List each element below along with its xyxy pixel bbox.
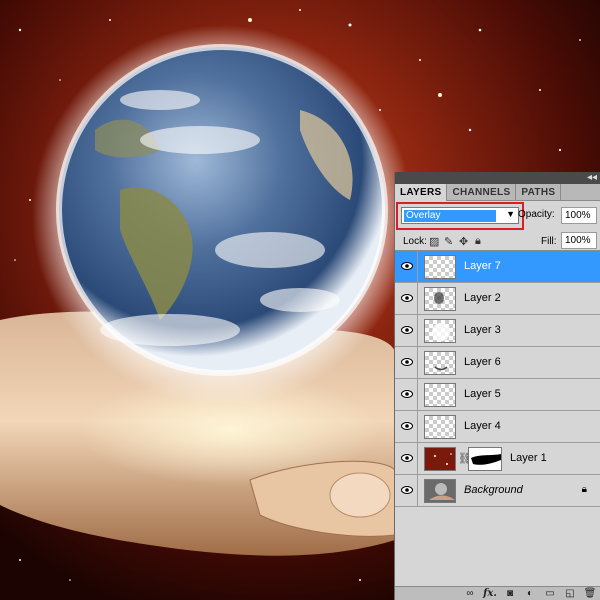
layer-thumbnail <box>424 351 456 375</box>
layer-name: Layer 1 <box>510 452 547 464</box>
layers-panel: ◂◂ LAYERS CHANNELS PATHS Overlay ▼ Opaci… <box>394 172 600 600</box>
add-mask-icon[interactable]: ◙ <box>503 587 517 600</box>
layer-name: Layer 7 <box>464 260 501 272</box>
lock-all-icon[interactable]: 🔒︎ <box>475 235 481 248</box>
dropdown-arrow-icon[interactable]: ▼ <box>506 209 515 219</box>
layer-name: Layer 5 <box>464 388 501 400</box>
layer-thumbnail <box>424 255 456 279</box>
layer-row[interactable]: Layer 4 <box>395 411 600 443</box>
tab-layers[interactable]: LAYERS <box>395 184 448 201</box>
layer-lock-icon: 🔒︎ <box>581 484 587 495</box>
lock-transparent-icon[interactable]: ▨ <box>429 235 439 248</box>
layers-list: Layer 7 Layer 2 Layer 3 Layer 6 Layer 5 … <box>395 251 600 571</box>
opacity-label: Opacity: <box>518 209 555 220</box>
layer-row[interactable]: Layer 2 <box>395 283 600 315</box>
blend-options-row: Overlay ▼ Opacity: 100% <box>395 201 600 231</box>
visibility-eye-icon[interactable] <box>396 379 418 410</box>
fill-label: Fill: <box>541 236 557 247</box>
layer-name: Layer 6 <box>464 356 501 368</box>
panel-title-bar[interactable]: ◂◂ <box>395 172 600 184</box>
blend-mode-select[interactable]: Overlay ▼ <box>401 207 519 224</box>
panel-bottom-bar: ∞ fx. ◙ ◐ ▭ ◱ 🗑︎ <box>395 586 600 600</box>
lock-row: Lock: ▨ ✎ ✥ 🔒︎ Fill: 100% <box>395 231 600 251</box>
layer-thumbnail <box>424 447 456 471</box>
layer-thumbnail <box>424 383 456 407</box>
visibility-eye-icon[interactable] <box>396 411 418 442</box>
layer-thumbnail <box>424 479 456 503</box>
blend-mode-value: Overlay <box>404 210 496 222</box>
layer-row[interactable]: Layer 5 <box>395 379 600 411</box>
visibility-eye-icon[interactable] <box>396 443 418 474</box>
layer-row[interactable]: Background 🔒︎ <box>395 475 600 507</box>
trash-icon[interactable]: 🗑︎ <box>583 587 597 600</box>
layer-row[interactable]: Layer 3 <box>395 315 600 347</box>
visibility-eye-icon[interactable] <box>396 283 418 314</box>
lock-move-icon[interactable]: ✥ <box>459 235 468 248</box>
layer-mask-thumbnail[interactable] <box>468 447 502 471</box>
fill-field[interactable]: 100% <box>561 232 597 249</box>
layer-name: Layer 2 <box>464 292 501 304</box>
tab-paths[interactable]: PATHS <box>516 184 562 200</box>
new-layer-icon[interactable]: ◱ <box>563 587 577 600</box>
adjustment-layer-icon[interactable]: ◐ <box>523 587 537 600</box>
panel-tabs: LAYERS CHANNELS PATHS <box>395 184 600 201</box>
visibility-eye-icon[interactable] <box>396 347 418 378</box>
lock-brush-icon[interactable]: ✎ <box>444 235 453 248</box>
visibility-eye-icon[interactable] <box>396 251 418 282</box>
new-group-icon[interactable]: ▭ <box>543 587 557 600</box>
link-layers-icon[interactable]: ∞ <box>463 587 477 600</box>
layer-row[interactable]: ⛓ Layer 1 <box>395 443 600 475</box>
layer-thumbnail <box>424 319 456 343</box>
layer-thumbnail <box>424 287 456 311</box>
layer-row[interactable]: Layer 7 <box>395 251 600 283</box>
layer-name: Layer 4 <box>464 420 501 432</box>
visibility-eye-icon[interactable] <box>396 475 418 506</box>
lock-label: Lock: <box>403 236 427 247</box>
tab-channels[interactable]: CHANNELS <box>447 184 517 200</box>
layer-name: Layer 3 <box>464 324 501 336</box>
visibility-eye-icon[interactable] <box>396 315 418 346</box>
layer-thumbnail <box>424 415 456 439</box>
layer-row[interactable]: Layer 6 <box>395 347 600 379</box>
opacity-field[interactable]: 100% <box>561 207 597 224</box>
fx-icon[interactable]: fx. <box>483 587 497 600</box>
collapse-arrows-icon[interactable]: ◂◂ <box>587 172 597 184</box>
layer-name: Background <box>464 484 523 496</box>
